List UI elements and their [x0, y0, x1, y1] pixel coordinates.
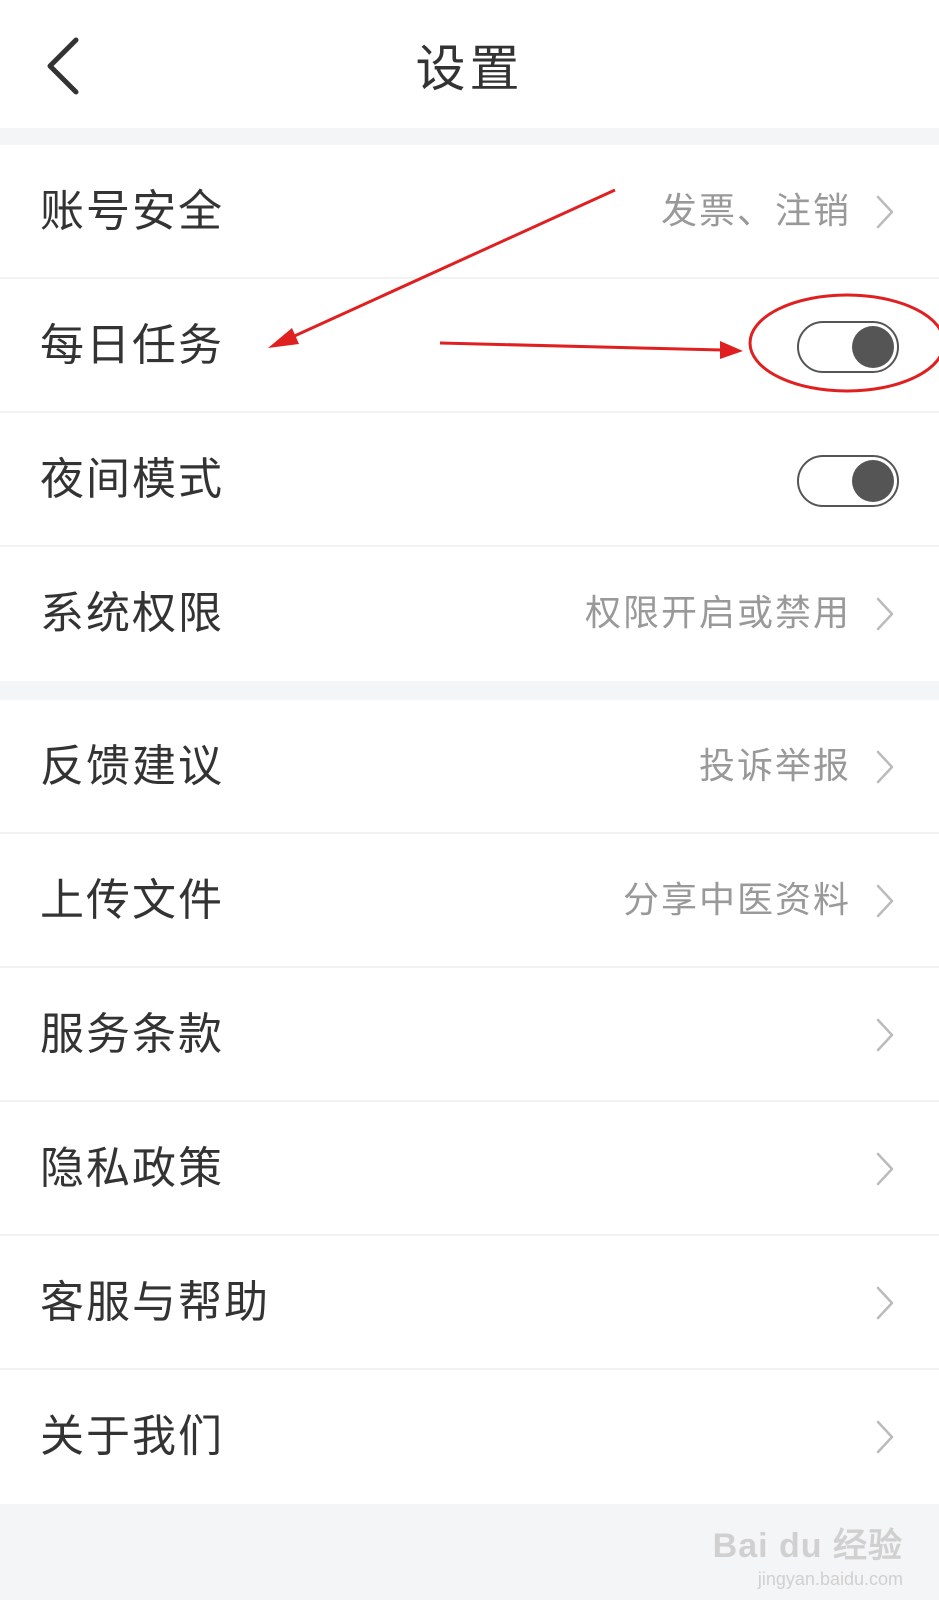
chevron-right-icon	[876, 597, 894, 631]
chevron-right-icon	[876, 750, 894, 784]
row-value: 分享中医资料	[622, 880, 851, 921]
row-upload-files[interactable]: 上传文件 分享中医资料	[0, 834, 939, 968]
row-label: 反馈建议	[40, 741, 224, 792]
chevron-right-icon	[876, 195, 894, 229]
chevron-right-icon	[876, 1152, 894, 1186]
night-mode-toggle[interactable]	[797, 455, 899, 507]
row-label: 关于我们	[40, 1411, 224, 1462]
back-button[interactable]	[40, 34, 90, 98]
row-night-mode: 夜间模式	[0, 413, 939, 547]
row-label: 账号安全	[40, 186, 224, 237]
row-value: 权限开启或禁用	[584, 593, 851, 634]
chevron-right-icon	[876, 1286, 894, 1320]
chevron-right-icon	[876, 884, 894, 918]
row-label: 客服与帮助	[40, 1277, 270, 1328]
page-title: 设置	[415, 40, 524, 98]
chevron-left-icon	[47, 37, 79, 95]
row-account-security[interactable]: 账号安全 发票、注销	[0, 145, 939, 279]
toggle-knob	[852, 326, 894, 368]
row-feedback[interactable]: 反馈建议 投诉举报	[0, 700, 939, 834]
row-privacy-policy[interactable]: 隐私政策	[0, 1102, 939, 1236]
settings-page: 设置 账号安全 发票、注销 每日任务 夜间模式 系统权限 权限开启或禁用 反馈建…	[0, 0, 939, 1600]
row-value: 发票、注销	[660, 191, 851, 232]
row-value: 投诉举报	[698, 746, 851, 787]
header-bar: 设置	[0, 0, 939, 128]
row-label: 隐私政策	[40, 1143, 224, 1194]
chevron-right-icon	[876, 1420, 894, 1454]
settings-group-1: 账号安全 发票、注销 每日任务 夜间模式 系统权限 权限开启或禁用	[0, 145, 939, 681]
row-terms-of-service[interactable]: 服务条款	[0, 968, 939, 1102]
chevron-right-icon	[876, 1018, 894, 1052]
row-customer-service[interactable]: 客服与帮助	[0, 1236, 939, 1370]
row-label: 系统权限	[40, 588, 224, 639]
watermark-brand: Bai du 经验	[712, 1527, 903, 1565]
daily-tasks-toggle[interactable]	[797, 321, 899, 373]
row-label: 夜间模式	[40, 454, 224, 505]
toggle-knob	[852, 460, 894, 502]
row-label: 上传文件	[40, 875, 224, 926]
watermark-url: jingyan.baidu.com	[757, 1569, 903, 1589]
row-daily-tasks: 每日任务	[0, 279, 939, 413]
row-label: 每日任务	[40, 320, 224, 371]
watermark: Bai du 经验 jingyan.baidu.com	[713, 1518, 903, 1590]
row-about-us[interactable]: 关于我们	[0, 1370, 939, 1504]
row-label: 服务条款	[40, 1009, 224, 1060]
settings-group-2: 反馈建议 投诉举报 上传文件 分享中医资料 服务条款 隐私政策 客服与帮助 关于…	[0, 700, 939, 1504]
row-system-permissions[interactable]: 系统权限 权限开启或禁用	[0, 547, 939, 681]
